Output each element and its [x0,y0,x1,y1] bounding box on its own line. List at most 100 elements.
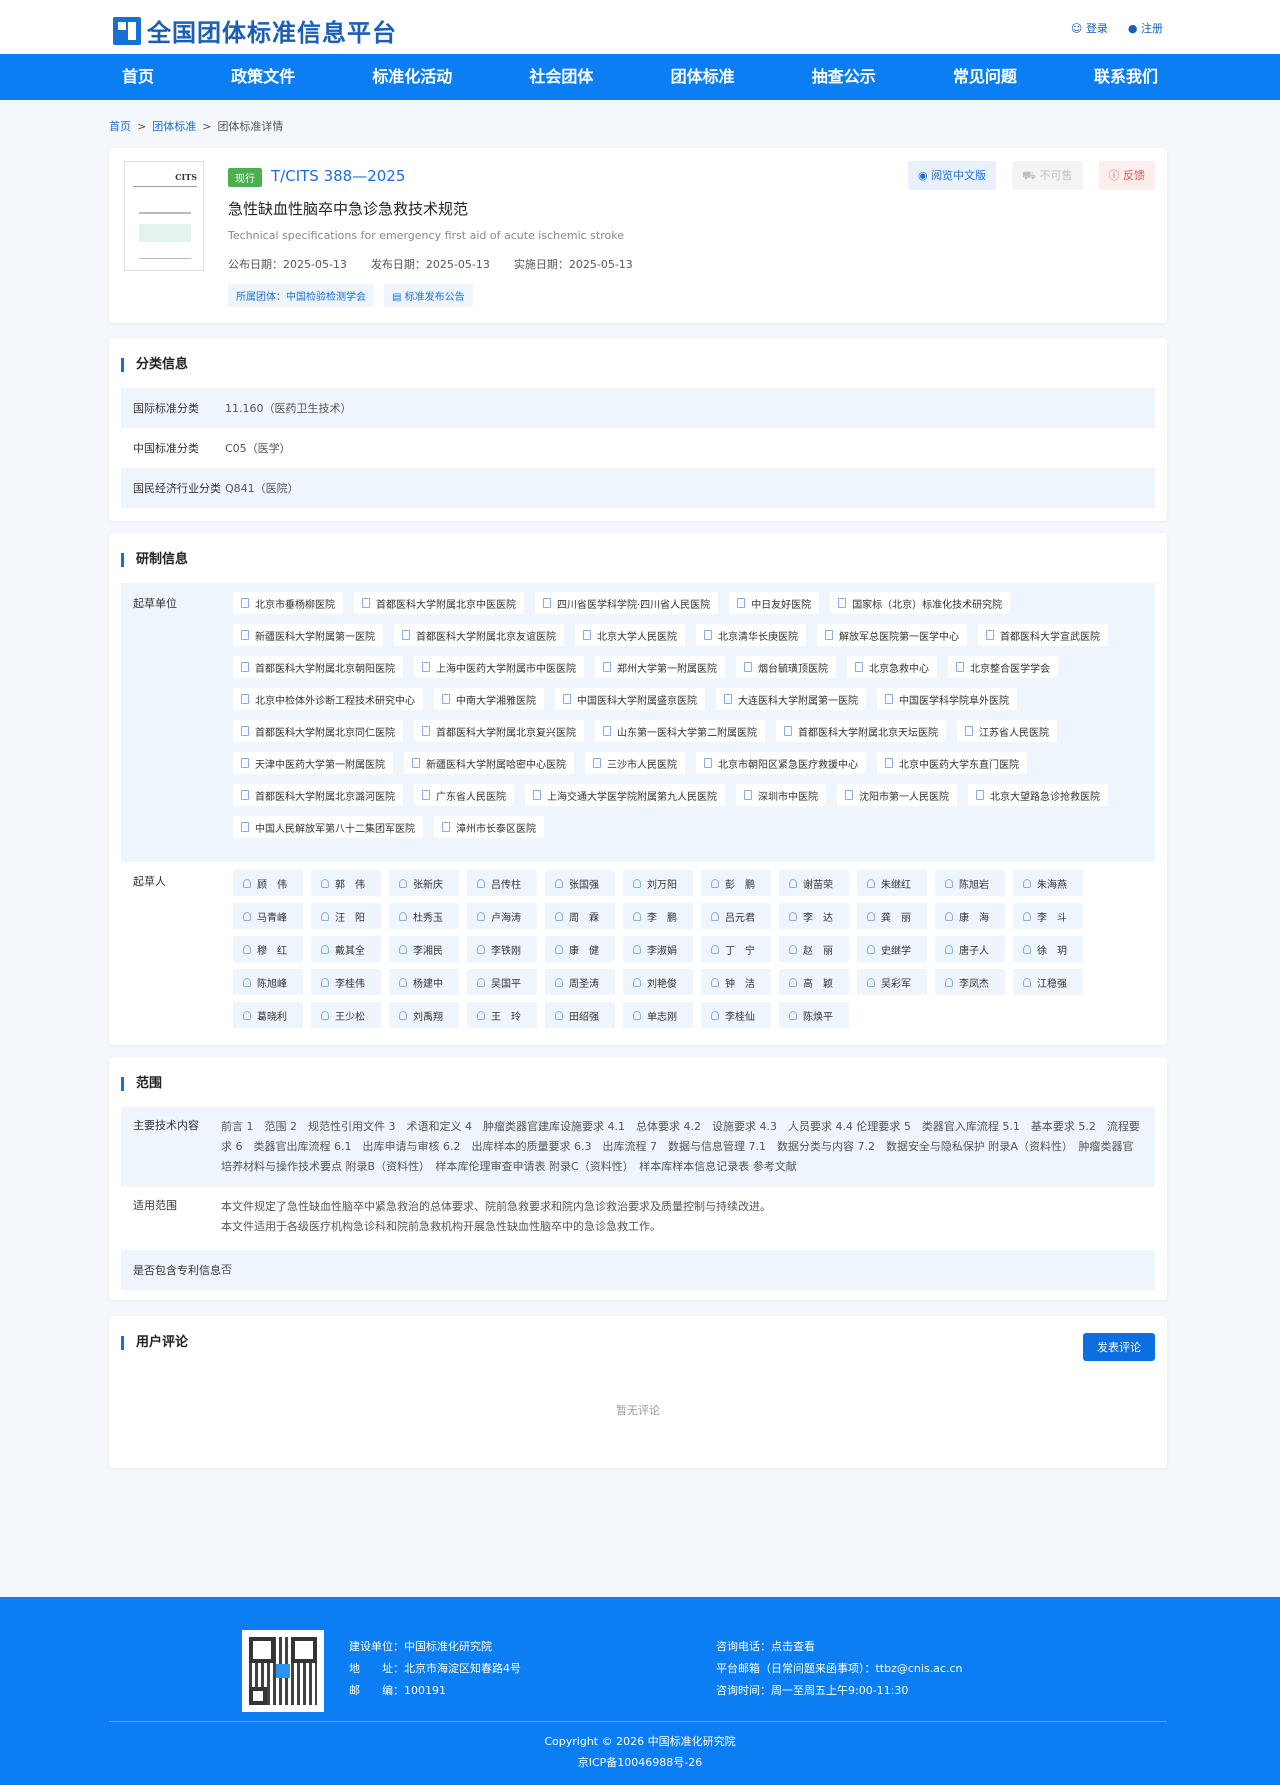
drafter-item: 李桂仙 [701,1002,771,1028]
drafting-unit-name: 新疆医科大学附属第一医院 [255,631,375,643]
person-icon [477,944,485,954]
patent-value: 否 [221,1263,232,1276]
classification-row-ccs: 中国标准分类 C05（医学） [121,428,1155,468]
drafting-unit-name: 上海中医药大学附属市中医医院 [436,663,576,675]
person-icon [867,977,875,987]
drafter-item: 马青峰 [233,903,303,929]
drafting-unit-item: 广东省人民医院 [414,784,514,806]
logo-icon [113,16,141,45]
drafting-units-area: 起草单位 北京市垂杨柳医院 首都医科大学附属北京中医医院 四川省医学科学院·四川省人… [121,583,1155,862]
person-icon [789,944,797,954]
drafter-name: 戴其全 [335,945,365,957]
drafting-unit-item: 中日友好医院 [729,592,820,614]
drafting-unit-name: 首都医科大学附属北京潞河医院 [255,791,395,803]
person-icon [633,977,641,987]
building-icon [241,598,249,608]
drafter-item: 徐 玥 [1013,936,1083,962]
nav-item-spot-check[interactable]: 抽查公示 [790,54,898,100]
breadcrumb-home[interactable]: 首页 [109,120,131,133]
building-icon [986,630,994,640]
nav-item-policy[interactable]: 政策文件 [209,54,317,100]
applicable-scope-line: 本文件规定了急性缺血性脑卒中紧急救治的总体要求、院前急救要求和院内急诊救治要求及… [221,1200,771,1213]
building-icon [744,790,752,800]
drafter-name: 单志刚 [647,1011,677,1023]
tech-content-row: 主要技术内容 前言 1 范围 2 规范性引用文件 3 术语和定义 4 肿瘤类器官… [121,1107,1155,1187]
drafter-name: 钟 洁 [725,978,755,990]
organization-tag[interactable]: 所属团体：中国检验检测学会 [228,284,374,307]
person-icon [789,1010,797,1020]
nav-item-activities[interactable]: 标准化活动 [350,54,474,100]
nav-item-standards[interactable]: 团体标准 [649,54,757,100]
person-icon [321,911,329,921]
drafter-name: 张国强 [569,879,599,891]
post-comment-button[interactable]: 发表评论 [1083,1333,1155,1361]
drafter-item: 郭 伟 [311,870,381,896]
person-icon [945,944,953,954]
drafting-unit-name: 中国人民解放军第八十二集团军医院 [255,823,415,835]
drafter-item: 汪 阳 [311,903,381,929]
view-chinese-button[interactable]: ◉ 阅览中文版 [908,161,997,190]
drafter-item: 王少松 [311,1002,381,1028]
drafting-unit-name: 国家标（北京）标准化技术研究院 [852,599,1003,611]
site-logo[interactable]: 全国团体标准信息平台 [113,13,397,48]
drafter-item: 李铁刚 [467,936,537,962]
drafter-name: 赵 丽 [803,945,833,957]
drafter-name: 田绍强 [569,1011,599,1023]
drafter-name: 杜秀玉 [413,912,443,924]
register-link[interactable]: ● 注册 [1128,20,1163,36]
drafter-item: 康 健 [545,936,615,962]
person-icon [1023,911,1031,921]
person-icon [1023,878,1031,888]
drafter-name: 刘艳俊 [647,978,677,990]
drafter-name: 李铁刚 [491,945,521,957]
nav-item-home[interactable]: 首页 [100,54,176,100]
building-icon [603,662,611,672]
drafting-unit-name: 北京整合医学学会 [970,663,1050,675]
nav-item-organizations[interactable]: 社会团体 [507,54,615,100]
person-icon [789,911,797,921]
register-label: 注册 [1141,22,1163,35]
building-icon [241,790,249,800]
person-icon [477,878,485,888]
drafting-unit-name: 三沙市人民医院 [607,759,677,771]
person-icon [867,911,875,921]
drafter-item: 吴彩军 [857,969,927,995]
view-chinese-label: 阅览中文版 [931,169,987,182]
drafter-name: 陈旭岩 [959,879,989,891]
feedback-button[interactable]: ⓘ 反馈 [1098,161,1155,190]
building-icon [583,630,591,640]
nav-item-faq[interactable]: 常见问题 [931,54,1039,100]
drafter-item: 刘艳俊 [623,969,693,995]
nav-item-contact[interactable]: 联系我们 [1072,54,1180,100]
standard-cover-thumbnail[interactable]: CITS [124,161,204,271]
drafting-unit-item: 中国人民解放军第八十二集团军医院 [233,816,423,838]
drafting-unit-item: 北京急救中心 [847,656,937,678]
footer-phone[interactable]: 咨询电话：点击查看 [716,1636,963,1658]
drafter-name: 张新庆 [413,879,443,891]
building-icon [737,598,746,608]
release-notice-tag[interactable]: ▤ 标准发布公告 [384,284,473,307]
buy-button[interactable]: ⛟ 不可售 [1012,161,1083,190]
building-icon [241,758,249,768]
login-link[interactable]: ☺ 登录 [1071,20,1108,36]
drafting-unit-name: 四川省医学科学院·四川省人民医院 [557,599,711,611]
drafting-unit-item: 四川省医学科学院·四川省人民医院 [535,592,719,614]
footer-hours: 咨询时间：周一至周五上午9:00-11:30 [716,1684,909,1697]
drafter-name: 周圣涛 [569,978,599,990]
building-icon [543,598,551,608]
applicable-scope-value: 本文件规定了急性缺血性脑卒中紧急救治的总体要求、院前急救要求和院内急诊救治要求及… [221,1187,783,1247]
drafting-unit-item: 解放军总医院第一医学中心 [817,624,967,646]
footer-icp[interactable]: 京ICP备10046988号-26 [0,1752,1280,1773]
cart-icon: ⛟ [1022,169,1040,182]
drafter-name: 王少松 [335,1011,365,1023]
building-icon [885,758,893,768]
drafting-unit-item: 首都医科大学附属北京朝阳医院 [233,656,403,678]
drafter-name: 高 颖 [803,978,833,990]
drafter-item: 葛晓利 [233,1002,303,1028]
drafters-list: 顾 伟 郭 伟 张新庆 吕传柱 张国强 刘万阳 彭 鹏 谢苗荣 朱继红 陈旭岩 朱海燕 马青峰 汪 阳 杜… [233,870,1153,1028]
drafter-item: 朱海燕 [1013,870,1083,896]
drafter-item: 李淑娟 [623,936,693,962]
breadcrumb-section[interactable]: 团体标准 [152,120,196,133]
drafter-item: 陈旭岩 [935,870,1005,896]
footer-copyright: Copyright © 2026 中国标准化研究院 [544,1735,736,1748]
